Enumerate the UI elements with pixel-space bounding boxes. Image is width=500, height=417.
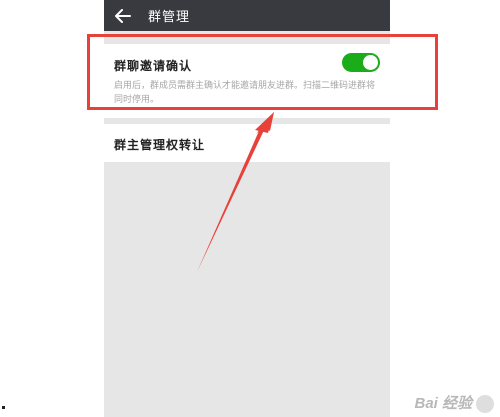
watermark-logo: Bai 经验 — [414, 395, 472, 412]
annotation-arrow — [197, 112, 274, 272]
watermark: Bai 经验 — [414, 392, 494, 413]
bullet-dot — [2, 406, 5, 409]
paw-icon — [476, 395, 494, 413]
